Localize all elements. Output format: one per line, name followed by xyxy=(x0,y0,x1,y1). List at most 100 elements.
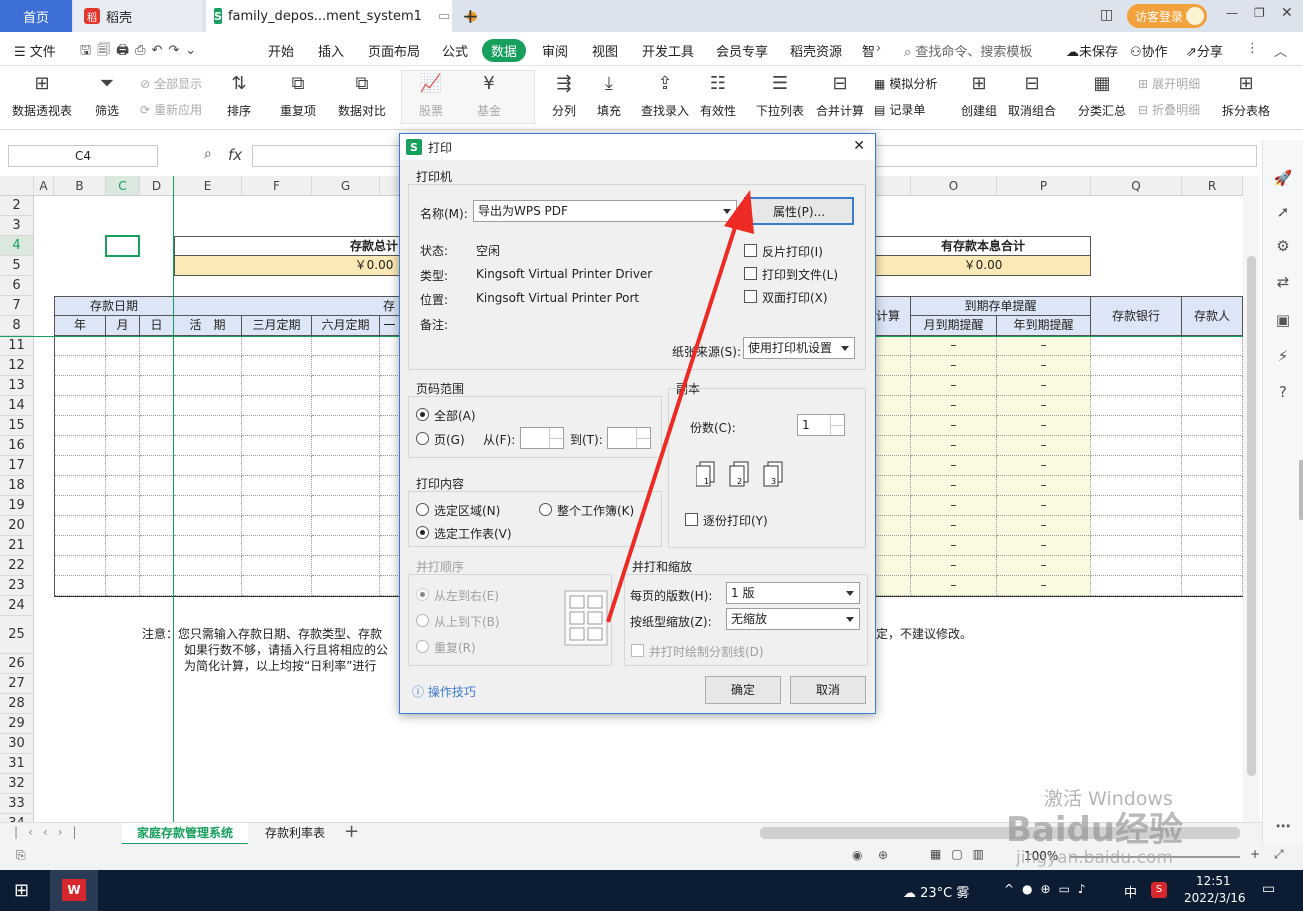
table-cell[interactable] xyxy=(312,536,380,556)
table-cell[interactable] xyxy=(54,496,106,516)
table-cell[interactable] xyxy=(106,496,140,516)
table-cell[interactable] xyxy=(380,516,400,536)
add-sheet-icon[interactable]: + xyxy=(344,821,359,842)
table-cell[interactable] xyxy=(876,416,911,436)
table-cell[interactable]: – xyxy=(911,476,997,496)
table-cell[interactable] xyxy=(1091,556,1182,576)
table-cell[interactable] xyxy=(174,536,242,556)
table-cell[interactable] xyxy=(242,536,312,556)
table-cell[interactable] xyxy=(54,556,106,576)
table-cell[interactable] xyxy=(242,556,312,576)
filter-button[interactable]: ⏷ 筛选 xyxy=(94,70,120,119)
fullscreen-icon[interactable]: ⤢ xyxy=(1274,847,1284,862)
table-cell[interactable] xyxy=(1091,436,1182,456)
table-cell[interactable] xyxy=(174,416,242,436)
wps-taskbar-button[interactable]: W xyxy=(50,870,98,911)
row-header-13[interactable]: 13 xyxy=(0,376,34,396)
table-cell[interactable] xyxy=(380,496,400,516)
table-cell[interactable] xyxy=(1091,416,1182,436)
menu-review[interactable]: 审阅 xyxy=(542,41,568,60)
lightning-icon[interactable]: ⚡ xyxy=(1273,346,1293,366)
spin-down-icon[interactable] xyxy=(549,438,563,448)
table-cell[interactable] xyxy=(380,436,400,456)
col-header-r[interactable]: R xyxy=(1182,176,1243,196)
table-cell[interactable] xyxy=(1182,536,1243,556)
table-cell[interactable]: – xyxy=(911,456,997,476)
sheet-tab-1[interactable]: 家庭存款管理系统 xyxy=(122,823,248,845)
table-cell[interactable] xyxy=(174,356,242,376)
tips-link[interactable]: ⓘ 操作技巧 xyxy=(412,683,476,700)
table-cell[interactable] xyxy=(140,436,174,456)
left-to-right-radio[interactable] xyxy=(416,588,429,601)
table-cell[interactable] xyxy=(312,436,380,456)
table-cell[interactable] xyxy=(380,456,400,476)
table-cell[interactable]: – xyxy=(997,576,1091,596)
eye-icon[interactable]: ◉ xyxy=(852,848,862,862)
col-header-e[interactable]: E xyxy=(174,176,242,196)
range-pages-radio[interactable] xyxy=(416,432,429,445)
table-cell[interactable] xyxy=(242,436,312,456)
table-cell[interactable] xyxy=(242,516,312,536)
table-cell[interactable]: – xyxy=(911,416,997,436)
fx-icon[interactable]: fx xyxy=(228,146,242,164)
table-cell[interactable] xyxy=(1182,356,1243,376)
table-cell[interactable] xyxy=(1182,436,1243,456)
table-cell[interactable] xyxy=(54,476,106,496)
table-cell[interactable] xyxy=(876,436,911,456)
ungroup-button[interactable]: ⊟ 取消组合 xyxy=(1008,70,1056,119)
table-cell[interactable] xyxy=(312,456,380,476)
more-dots-icon[interactable]: ⋯ xyxy=(1273,816,1293,836)
row-header-5[interactable]: 5 xyxy=(0,256,34,276)
col-header-o[interactable]: O xyxy=(911,176,997,196)
create-group-button[interactable]: ⊞ 创建组 xyxy=(961,70,997,119)
table-cell[interactable] xyxy=(140,376,174,396)
dialog-titlebar[interactable]: S 打印 ✕ xyxy=(400,134,875,160)
vertical-scrollbar[interactable] xyxy=(1243,176,1260,822)
new-tab-icon[interactable]: + xyxy=(462,4,479,28)
row-header-24[interactable]: 24 xyxy=(0,596,34,616)
table-cell[interactable] xyxy=(380,556,400,576)
cutline-checkbox[interactable] xyxy=(631,644,644,657)
table-cell[interactable] xyxy=(312,336,380,356)
row-header-29[interactable]: 29 xyxy=(0,714,34,734)
duplicate-button[interactable]: ⧉ 重复项 xyxy=(280,70,316,119)
fill-button[interactable]: ⤓ 填充 xyxy=(596,70,622,119)
table-cell[interactable]: – xyxy=(997,376,1091,396)
table-cell[interactable]: – xyxy=(911,516,997,536)
table-cell[interactable] xyxy=(242,496,312,516)
repeat-radio[interactable] xyxy=(416,640,429,653)
table-cell[interactable] xyxy=(1182,376,1243,396)
pivot-button[interactable]: ⊞ 数据透视表 xyxy=(12,70,72,119)
row-header-4[interactable]: 4 xyxy=(0,236,34,256)
simulate-button[interactable]: ▦ 模拟分析 xyxy=(874,75,937,92)
table-cell[interactable] xyxy=(106,416,140,436)
menu-layout[interactable]: 页面布局 xyxy=(368,41,420,60)
row-header-26[interactable]: 26 xyxy=(0,654,34,674)
weather-widget[interactable]: ☁ 23°C 雾 xyxy=(903,882,969,901)
table-cell[interactable]: – xyxy=(911,396,997,416)
sheet-nav-icons[interactable]: |‹‹›| xyxy=(14,825,86,839)
clock-date[interactable]: 2022/3/16 xyxy=(1184,891,1246,905)
table-cell[interactable] xyxy=(242,456,312,476)
table-cell[interactable]: – xyxy=(911,436,997,456)
col-header-b[interactable]: B xyxy=(54,176,106,196)
collab-button[interactable]: ⚇协作 xyxy=(1130,41,1168,60)
table-cell[interactable] xyxy=(242,336,312,356)
row-header-17[interactable]: 17 xyxy=(0,456,34,476)
stock-button[interactable]: 📈 股票 xyxy=(418,70,444,119)
help-icon[interactable]: ? xyxy=(1273,382,1293,402)
chevron-right-icon[interactable]: › xyxy=(876,41,881,56)
table-cell[interactable] xyxy=(312,416,380,436)
table-cell[interactable] xyxy=(174,516,242,536)
row-header-12[interactable]: 12 xyxy=(0,356,34,376)
split-button[interactable]: ⇶ 分列 xyxy=(551,70,577,119)
table-cell[interactable]: – xyxy=(911,376,997,396)
table-cell[interactable] xyxy=(174,376,242,396)
table-cell[interactable] xyxy=(876,556,911,576)
table-cell[interactable]: – xyxy=(911,336,997,356)
table-cell[interactable] xyxy=(1091,496,1182,516)
menu-daoke[interactable]: 稻壳资源 xyxy=(790,41,842,60)
table-cell[interactable] xyxy=(1182,396,1243,416)
table-cell[interactable] xyxy=(876,396,911,416)
table-cell[interactable]: – xyxy=(997,356,1091,376)
